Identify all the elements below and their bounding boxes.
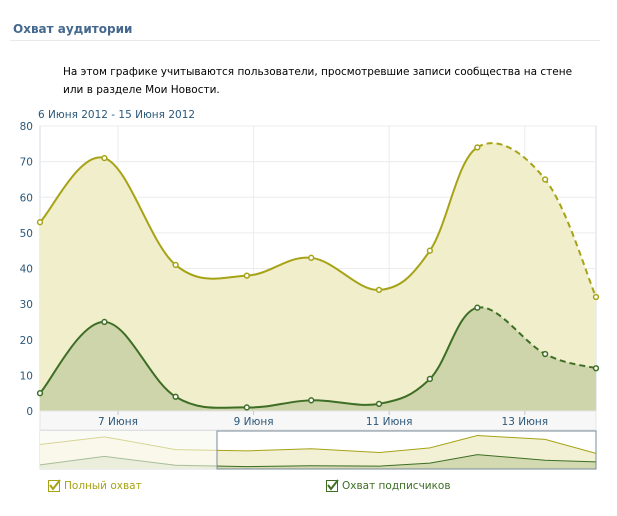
x-tick-label: 13 Июня — [502, 416, 549, 428]
y-tick-label: 60 — [20, 192, 33, 204]
full-reach-point — [375, 286, 383, 294]
subscribers-point — [172, 393, 179, 400]
full-reach-point — [36, 219, 44, 226]
subscribers-checkbox[interactable] — [326, 479, 339, 492]
subscribers-point — [308, 397, 315, 404]
subscribers-point — [243, 404, 250, 411]
y-axis-labels: 0 10 20 30 40 50 60 70 80 — [20, 121, 33, 418]
navigator-overview[interactable] — [39, 430, 597, 470]
x-tick-label: 9 Июня — [234, 416, 274, 428]
legend-item-full-reach[interactable]: Полный охват — [48, 479, 142, 492]
full-reach-checkbox[interactable] — [48, 479, 61, 492]
full-reach-point — [101, 154, 108, 162]
x-tick-label: 7 Июня — [98, 416, 138, 428]
subscribers-point — [592, 365, 600, 372]
subscribers-point — [101, 318, 108, 326]
checkmark-icon — [49, 479, 61, 491]
y-tick-label: 30 — [20, 299, 33, 311]
x-tick-label: 11 Июня — [366, 416, 413, 428]
subscribers-point — [474, 304, 481, 311]
full-reach-point — [474, 144, 481, 151]
full-reach-point — [541, 176, 549, 183]
y-tick-label: 80 — [20, 121, 33, 133]
y-tick-label: 70 — [20, 157, 33, 169]
checkmark-icon — [327, 479, 339, 491]
y-tick-label: 10 — [20, 370, 33, 382]
legend-label-full-reach: Полный охват — [64, 480, 142, 492]
subscribers-point — [36, 390, 44, 397]
legend-label-subscribers: Охват подписчиков — [342, 480, 451, 492]
full-reach-point — [592, 293, 600, 301]
full-reach-point — [243, 272, 250, 279]
full-reach-point — [426, 247, 434, 254]
subscribers-point — [541, 350, 549, 358]
y-tick-label: 20 — [20, 335, 33, 347]
reach-chart: 0 10 20 30 40 50 60 70 80 7 Июня 9 Июня 11 Июня 13 … — [20, 121, 600, 470]
full-reach-point — [308, 254, 315, 261]
subscribers-point — [426, 375, 434, 383]
y-tick-label: 50 — [20, 228, 33, 240]
legend-item-subscribers[interactable]: Охват подписчиков — [326, 479, 451, 492]
y-tick-label: 0 — [26, 406, 33, 418]
navigator-mask — [40, 431, 217, 469]
full-reach-point — [172, 261, 179, 269]
y-tick-label: 40 — [20, 264, 33, 276]
subscribers-point — [375, 400, 383, 408]
